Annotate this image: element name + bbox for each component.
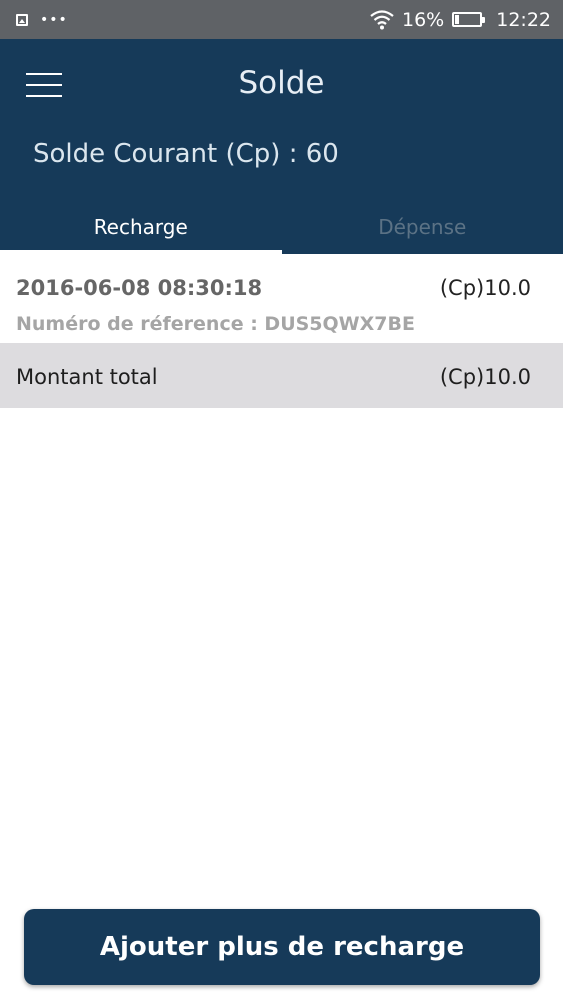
app-header: Solde Solde Courant (Cp) : 60 Recharge D… [0, 39, 563, 254]
clock: 12:22 [496, 8, 551, 31]
image-icon [16, 13, 28, 26]
tab-depense[interactable]: Dépense [282, 199, 563, 254]
status-right: 16% 12:22 [370, 9, 551, 31]
battery-percent: 16% [402, 8, 445, 31]
transaction-amount: (Cp)10.0 [439, 276, 531, 300]
current-balance: Solde Courant (Cp) : 60 [33, 139, 339, 169]
page-title: Solde [238, 65, 325, 101]
transaction-reference: Numéro de réference : DUS5QWX7BE [16, 313, 415, 335]
status-bar: ••• 16% 12:22 [0, 0, 563, 39]
total-amount: (Cp)10.0 [439, 365, 531, 389]
transaction-row[interactable]: 2016-06-08 08:30:18 (Cp)10.0 Numéro de r… [0, 254, 563, 343]
more-dots-icon: ••• [40, 11, 68, 28]
tab-depense-label: Dépense [378, 214, 467, 239]
wifi-icon [370, 9, 394, 29]
tab-bar: Recharge Dépense [0, 199, 563, 254]
status-left: ••• [16, 13, 68, 27]
transaction-date: 2016-06-08 08:30:18 [16, 276, 263, 300]
battery-icon [452, 12, 486, 27]
tab-recharge-label: Recharge [93, 214, 188, 239]
battery-fill [455, 15, 460, 24]
total-label: Montant total [16, 365, 158, 389]
total-row: Montant total (Cp)10.0 [0, 343, 563, 408]
tab-recharge[interactable]: Recharge [0, 199, 282, 254]
add-recharge-button[interactable]: Ajouter plus de recharge [24, 909, 540, 985]
